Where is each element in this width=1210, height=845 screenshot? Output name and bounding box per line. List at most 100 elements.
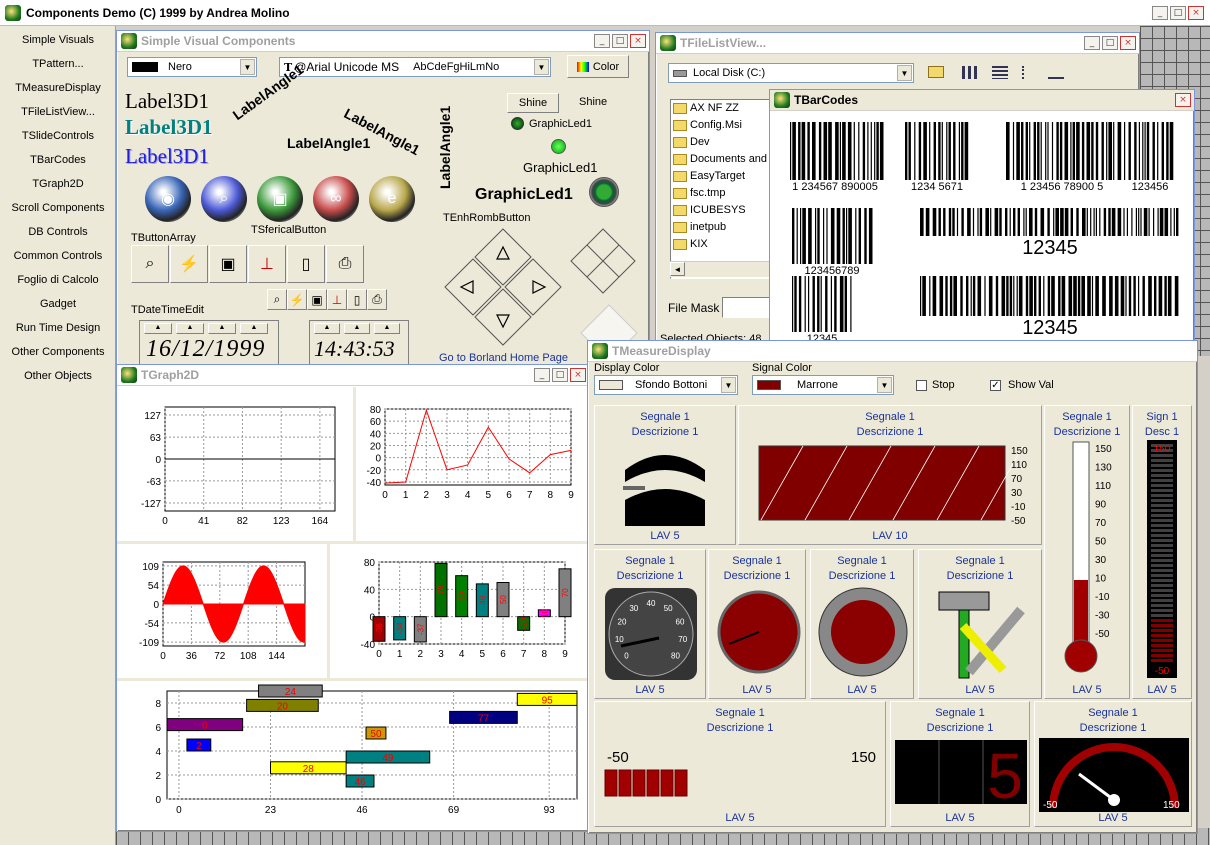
maximize-button[interactable]: □ [1102, 36, 1118, 50]
filelist-titlebar: TFileListView... _ □ × [656, 33, 1139, 54]
stop-checkbox[interactable] [916, 380, 927, 391]
barcode-bar [1153, 208, 1155, 236]
arrow-left-icon[interactable]: ◄ [670, 262, 685, 276]
sferical-button-4[interactable]: e [369, 176, 415, 222]
small-array-button-2[interactable]: ▣ [307, 289, 327, 310]
arrow-up-icon[interactable]: ▲ [144, 323, 172, 334]
folder-up-icon[interactable] [928, 66, 944, 78]
file-item[interactable]: AX NF ZZ [673, 102, 739, 114]
arrow-up-icon[interactable]: ▲ [314, 323, 340, 334]
sidebar-item-5[interactable]: TBarCodes [0, 154, 116, 166]
sidebar-item-9[interactable]: Common Controls [0, 250, 116, 262]
file-item[interactable]: inetpub [673, 221, 726, 233]
drive-combo[interactable]: Local Disk (C:) ▼ [668, 63, 914, 83]
large-icons-view-icon[interactable] [962, 66, 978, 79]
arc-needle [623, 486, 645, 490]
sferical-button-0[interactable]: ◉ [145, 176, 191, 222]
sidebar-item-8[interactable]: DB Controls [0, 226, 116, 238]
details-view-icon[interactable] [1048, 66, 1064, 79]
gantt-bar-label: 46 [354, 777, 366, 788]
arrow-up-icon[interactable]: ▲ [176, 323, 204, 334]
small-array-button-0[interactable]: ⌕ [267, 289, 287, 310]
close-button[interactable]: × [570, 368, 586, 382]
sidebar-item-1[interactable]: TPattern... [0, 58, 116, 70]
gauge-tick-label: 40 [647, 599, 656, 608]
array-button-3[interactable]: ⊥ [248, 245, 286, 283]
time-edit[interactable]: ▲ ▲ ▲ 14:43:53 [309, 320, 409, 366]
sidebar-item-6[interactable]: TGraph2D [0, 178, 116, 190]
sferical-button-1[interactable]: ⌕ [201, 176, 247, 222]
barcode-bar [938, 122, 941, 180]
file-item[interactable]: Documents and S [673, 153, 773, 165]
font-combo[interactable]: T @Arial Unicode MS AbCdeFgHiLmNo ▼ [279, 57, 551, 77]
y-tick-label: 4 [155, 747, 161, 758]
app-titlebar: Components Demo (C) 1999 by Andrea Molin… [0, 0, 1210, 26]
small-array-button-3[interactable]: ⊥ [327, 289, 347, 310]
sferical-button-3[interactable]: ∞ [313, 176, 359, 222]
file-item[interactable]: EasyTarget [673, 170, 745, 182]
sidebar-item-13[interactable]: Other Components [0, 346, 116, 358]
sidebar-item-3[interactable]: TFileListView... [0, 106, 116, 118]
color-combo[interactable]: Nero ▼ [127, 57, 257, 77]
arrow-up-icon[interactable]: ▲ [240, 323, 268, 334]
sidebar-item-12[interactable]: Run Time Design [0, 322, 116, 334]
sidebar-item-7[interactable]: Scroll Components [0, 202, 116, 214]
arrow-up-icon[interactable]: ▲ [344, 323, 370, 334]
barcode-bar [966, 276, 969, 316]
led-segment [1151, 614, 1173, 617]
file-item[interactable]: KIX [673, 238, 708, 250]
x-tick-label: 2 [418, 649, 424, 660]
maximize-button[interactable]: □ [552, 368, 568, 382]
show-val-checkbox[interactable]: ✓ [990, 380, 1001, 391]
shine-button[interactable]: Shine [507, 93, 559, 113]
sferical-button-2[interactable]: ▣ [257, 176, 303, 222]
color-button[interactable]: Color [567, 55, 629, 78]
small-icons-view-icon[interactable] [992, 66, 1008, 79]
barcode-bar [1128, 276, 1132, 316]
close-button[interactable]: × [630, 34, 646, 48]
barcode-bar [1016, 276, 1018, 316]
small-array-button-1[interactable]: ⚡ [287, 289, 307, 310]
minimize-button[interactable]: _ [1084, 36, 1100, 50]
graph-divider-h2 [117, 678, 591, 681]
minimize-button[interactable]: _ [1152, 6, 1168, 20]
sidebar-item-0[interactable]: Simple Visuals [0, 34, 116, 46]
array-button-0[interactable]: ⌕ [131, 245, 169, 283]
color-swatch [599, 380, 623, 390]
tree-view-icon[interactable] [1022, 66, 1038, 79]
signal-color-combo[interactable]: Marrone ▼ [752, 375, 894, 395]
file-list[interactable]: AX NF ZZ Config.Msi Dev Documents and S Easy… [670, 99, 774, 279]
x-tick-label: 144 [268, 651, 285, 662]
sidebar-item-4[interactable]: TSlideControls [0, 130, 116, 142]
sidebar-item-2[interactable]: TMeasureDisplay [0, 82, 116, 94]
array-button-2[interactable]: ▣ [209, 245, 247, 283]
file-item[interactable]: Dev [673, 136, 710, 148]
date-edit[interactable]: ▲ ▲ ▲ ▲ 16/12/1999 [139, 320, 279, 366]
file-item[interactable]: Config.Msi [673, 119, 742, 131]
arrow-up-icon[interactable]: ▲ [374, 323, 400, 334]
barcode-bar [1070, 122, 1072, 180]
minimize-button[interactable]: _ [534, 368, 550, 382]
close-button[interactable]: × [1120, 36, 1136, 50]
small-array-button-4[interactable]: ▯ [347, 289, 367, 310]
file-item[interactable]: fsc.tmp [673, 187, 725, 199]
close-button[interactable]: × [1188, 6, 1204, 20]
maximize-button[interactable]: □ [1170, 6, 1186, 20]
barcode-bar [988, 276, 993, 316]
maximize-button[interactable]: □ [612, 34, 628, 48]
small-array-button-5[interactable]: ⎙ [367, 289, 387, 310]
array-button-5[interactable]: ⎙ [326, 245, 364, 283]
borland-link[interactable]: Go to Borland Home Page [439, 352, 568, 364]
file-list-hscroll[interactable]: ◄ [670, 261, 774, 277]
array-button-4[interactable]: ▯ [287, 245, 325, 283]
display-color-combo[interactable]: Sfondo Bottoni ▼ [594, 375, 738, 395]
minimize-button[interactable]: _ [594, 34, 610, 48]
file-item[interactable]: ICUBESYS [673, 204, 746, 216]
sidebar-item-10[interactable]: Foglio di Calcolo [0, 274, 116, 286]
array-button-1[interactable]: ⚡ [170, 245, 208, 283]
close-button[interactable]: × [1175, 93, 1191, 107]
arrow-up-icon[interactable]: ▲ [208, 323, 236, 334]
sidebar-item-14[interactable]: Other Objects [0, 370, 116, 382]
barcode-bar [956, 208, 959, 236]
sidebar-item-11[interactable]: Gadget [0, 298, 116, 310]
